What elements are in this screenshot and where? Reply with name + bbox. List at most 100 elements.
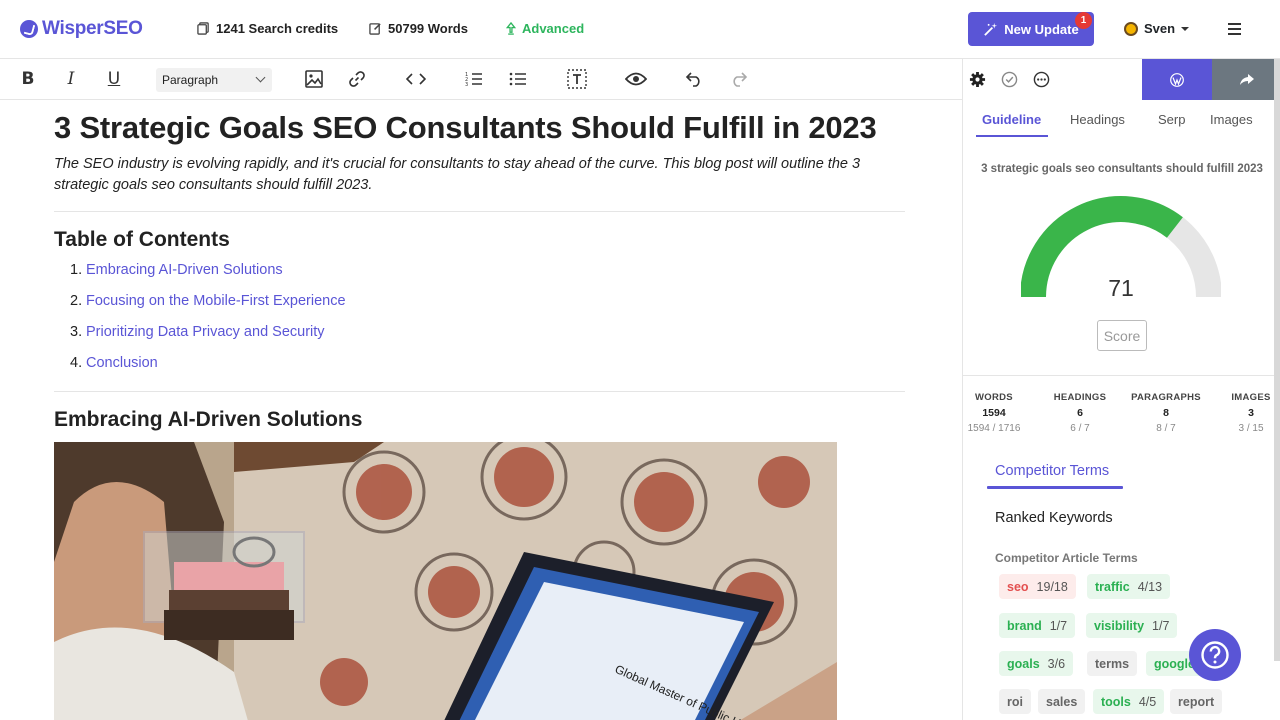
metric-headings: HEADINGS 6 6 / 7 xyxy=(1040,392,1120,434)
edit-icon xyxy=(369,23,381,35)
toc-link[interactable]: Prioritizing Data Privacy and Security xyxy=(86,324,325,340)
brand-name: WisperSEO xyxy=(42,18,143,39)
competitor-article-terms-heading: Competitor Article Terms xyxy=(995,551,1138,565)
hamburger-menu-icon[interactable] xyxy=(1228,23,1241,35)
toc-link[interactable]: Embracing AI-Driven Solutions xyxy=(86,262,283,278)
block-format-value: Paragraph xyxy=(162,73,219,87)
term-label: goals xyxy=(1007,656,1040,671)
term-label: roi xyxy=(1007,694,1023,709)
image-icon xyxy=(305,70,323,88)
insert-link-button[interactable] xyxy=(345,67,369,91)
tab-headings[interactable]: Headings xyxy=(1070,112,1125,127)
metric-target: 1594 / 1716 xyxy=(967,423,1021,434)
metric-value: 6 xyxy=(1077,407,1083,419)
term-count: 19/18 xyxy=(1036,579,1068,594)
score-button[interactable]: Score xyxy=(1097,320,1147,351)
term-chip-traffic[interactable]: traffic 4/13 xyxy=(1087,574,1171,599)
toc-item: 4. Conclusion xyxy=(70,355,346,386)
toc-link[interactable]: Conclusion xyxy=(86,355,158,371)
divider xyxy=(54,211,905,212)
term-label: tools xyxy=(1101,694,1131,709)
term-chip-sales[interactable]: sales xyxy=(1038,689,1086,714)
ordered-list-button[interactable]: 123 xyxy=(462,67,486,91)
toc-item: 2. Focusing on the Mobile-First Experienc… xyxy=(70,293,346,324)
active-tab-indicator xyxy=(987,486,1123,489)
term-label: report xyxy=(1178,694,1215,709)
toc-item-number: 3. xyxy=(70,324,83,340)
italic-button[interactable]: I xyxy=(59,67,83,91)
code-icon xyxy=(406,73,426,85)
bold-button[interactable]: B xyxy=(16,67,40,91)
toc-link[interactable]: Focusing on the Mobile-First Experience xyxy=(86,293,346,309)
bullet-list-button[interactable] xyxy=(506,67,530,91)
ranked-keywords-link[interactable]: Ranked Keywords xyxy=(995,510,1113,526)
metric-target: 3 / 15 xyxy=(1238,423,1264,434)
help-button[interactable] xyxy=(1189,629,1241,681)
brand-logo[interactable]: WisperSEO xyxy=(20,18,143,40)
tab-competitor-terms[interactable]: Competitor Terms xyxy=(995,463,1109,479)
tab-serp[interactable]: Serp xyxy=(1158,112,1185,127)
toc-item-number: 4. xyxy=(70,355,83,371)
toc-item-number: 2. xyxy=(70,293,83,309)
metric-target: 6 / 7 xyxy=(1070,423,1090,434)
term-chip-visibility[interactable]: visibility 1/7 xyxy=(1086,613,1178,638)
tab-guideline[interactable]: Guideline xyxy=(982,112,1041,127)
table-of-contents: 1. Embracing AI-Driven Solutions 2. Focusi… xyxy=(70,262,346,386)
metric-label: HEADINGS xyxy=(1053,392,1107,403)
redo-button[interactable] xyxy=(727,67,751,91)
editor-content[interactable]: 3 Strategic Goals SEO Consultants Should… xyxy=(0,100,962,720)
link-icon xyxy=(349,71,365,87)
term-label: terms xyxy=(1095,656,1130,671)
term-chip-goals[interactable]: goals 3/6 xyxy=(999,651,1074,676)
ordered-list-icon: 123 xyxy=(465,72,482,87)
section-heading: Embracing AI-Driven Solutions xyxy=(54,408,363,431)
insert-image-button[interactable] xyxy=(302,67,326,91)
magic-wand-icon xyxy=(984,22,998,36)
avatar xyxy=(1124,21,1138,36)
redo-icon xyxy=(733,72,748,87)
user-menu[interactable]: Sven xyxy=(1124,21,1190,36)
article-image[interactable]: Global Master of Public Health xyxy=(54,442,837,720)
term-chip-seo[interactable]: seo 19/18 xyxy=(999,574,1076,599)
active-tab-indicator xyxy=(976,135,1048,137)
toc-item-number: 1. xyxy=(70,262,83,278)
more-options-icon[interactable] xyxy=(1033,71,1050,88)
target-keyword: 3 strategic goals seo consultants should… xyxy=(981,163,1263,175)
logo-icon xyxy=(20,20,38,38)
metric-value: 8 xyxy=(1163,407,1169,419)
term-chip-tools[interactable]: tools 4/5 xyxy=(1093,689,1165,714)
seo-side-panel: Guideline Headings Serp Images 3 strateg… xyxy=(962,59,1280,720)
user-name: Sven xyxy=(1144,21,1176,36)
wordpress-publish-button[interactable] xyxy=(1142,59,1212,100)
question-icon xyxy=(1201,641,1229,669)
editor-toolbar: B I U Paragraph 123 xyxy=(0,59,962,100)
share-button[interactable] xyxy=(1212,59,1280,100)
metric-label: WORDS xyxy=(975,392,1013,403)
eye-icon xyxy=(625,72,647,86)
term-chip-brand[interactable]: brand 1/7 xyxy=(999,613,1076,638)
term-chip-roi[interactable]: roi xyxy=(999,689,1031,714)
term-chip-report[interactable]: report xyxy=(1170,689,1223,714)
check-circle-icon[interactable] xyxy=(1001,71,1018,88)
metric-target: 8 / 7 xyxy=(1156,423,1176,434)
preview-button[interactable] xyxy=(624,67,648,91)
scrollbar[interactable] xyxy=(1274,59,1280,661)
upgrade-icon xyxy=(506,22,516,35)
metric-label: PARAGRAPHS xyxy=(1131,392,1201,403)
wordpress-icon xyxy=(1170,72,1184,87)
code-button[interactable] xyxy=(404,67,428,91)
term-label: brand xyxy=(1007,618,1042,633)
clear-format-button[interactable] xyxy=(565,67,589,91)
underline-button[interactable]: U xyxy=(102,67,126,91)
gear-icon[interactable] xyxy=(969,71,986,88)
toc-item: 1. Embracing AI-Driven Solutions xyxy=(70,262,346,293)
term-chip-terms[interactable]: terms xyxy=(1087,651,1138,676)
svg-text:3: 3 xyxy=(465,82,468,87)
block-format-select[interactable]: Paragraph xyxy=(156,68,272,92)
chevron-down-icon xyxy=(1181,26,1190,31)
panel-toolbar xyxy=(963,59,1280,100)
tab-images[interactable]: Images xyxy=(1210,112,1253,127)
chevron-down-icon xyxy=(255,72,266,83)
undo-button[interactable] xyxy=(682,67,706,91)
plan-status: Advanced xyxy=(506,21,584,36)
